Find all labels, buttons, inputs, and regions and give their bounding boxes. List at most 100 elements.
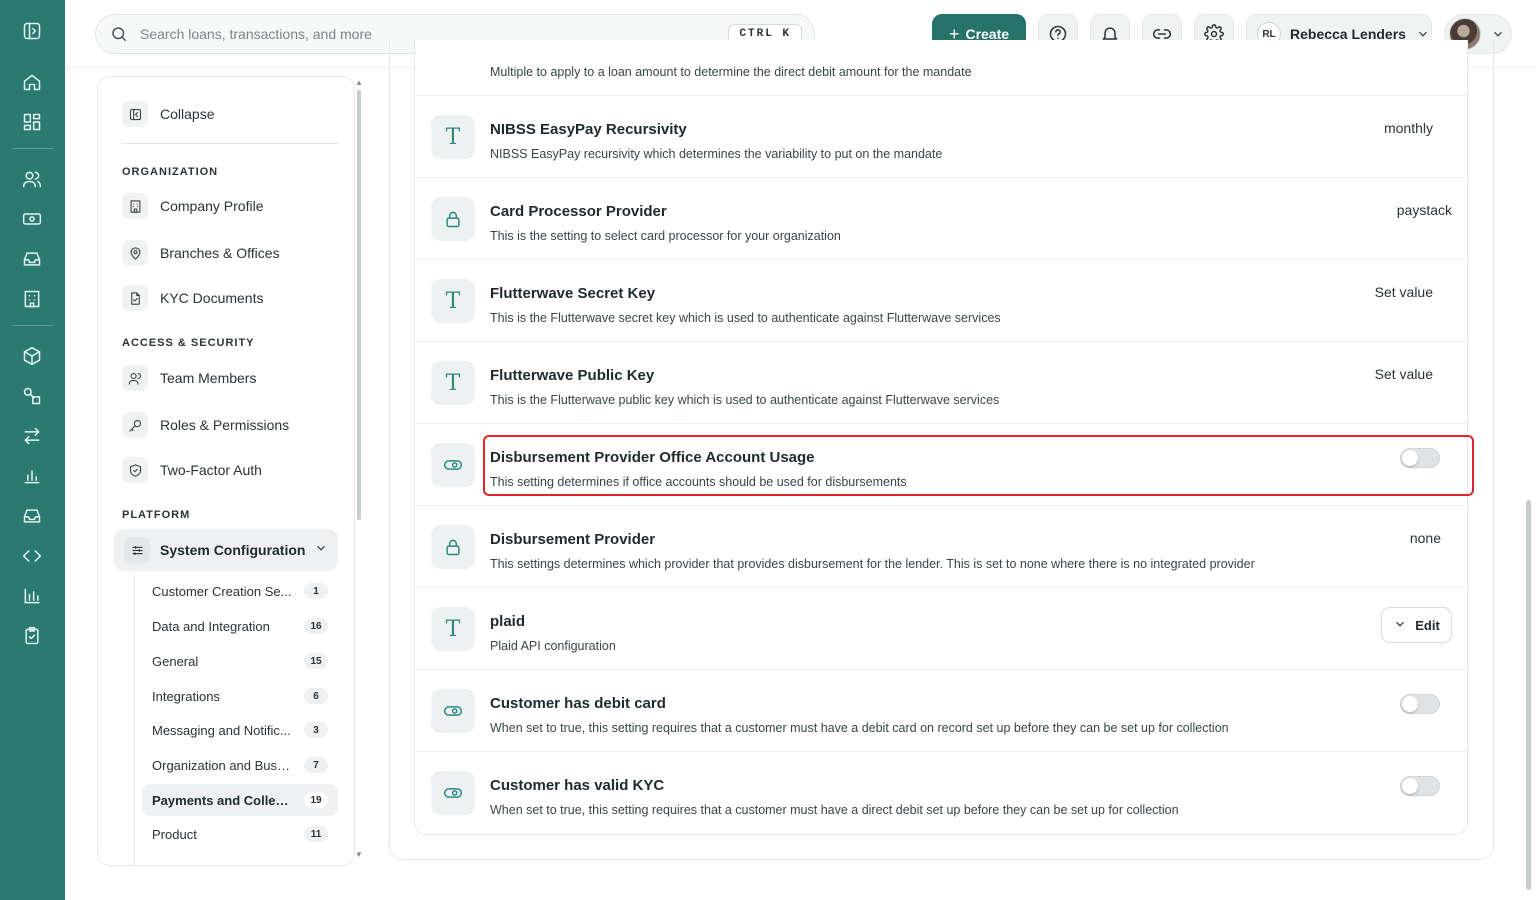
sliders-icon [124,537,150,563]
transfer-icon[interactable] [20,424,44,448]
count-badge: 3 [304,722,328,738]
submenu-item-label: Product [152,826,197,842]
submenu-item-label: Integrations [152,688,220,704]
setting-row: Disbursement Provider Office Account Usa… [415,424,1467,506]
submenu-item-label: Customer Creation Se... [152,583,292,599]
sidebar-divider [122,143,338,144]
collapse-label: Collapse [160,106,215,122]
sidebar-item-roles-permissions[interactable]: Roles & Permissions [122,408,342,442]
submenu-item-active[interactable]: Payments and Collec... 19 [142,784,338,816]
setting-description: When set to true, this setting requires … [490,803,1179,817]
submenu-item-label: Payments and Collec... [152,792,292,808]
sidebar-item-company-profile[interactable]: Company Profile [122,189,342,223]
page-scrollbar[interactable] [1526,500,1531,890]
setting-row: Multiple to apply to a loan amount to de… [415,40,1467,96]
submenu-item-label: Organization and Busin... [152,757,292,773]
lock-icon [431,525,475,569]
collapse-icon [122,101,148,127]
setting-row: T Flutterwave Secret Key This is the Flu… [415,260,1467,342]
count-badge: 7 [304,757,328,773]
text-type-icon: T [431,115,475,159]
sidebar-item-label: KYC Documents [160,290,264,306]
chevron-down-icon [1491,27,1505,41]
sidebar-item-system-configuration[interactable]: System Configuration [114,529,338,571]
debit-card-toggle[interactable] [1400,694,1440,714]
edit-button[interactable]: Edit [1381,607,1452,643]
sidebar-item-team-members[interactable]: Team Members [122,361,342,395]
submenu-item[interactable]: Product 11 [142,818,338,850]
settings-sidebar: Collapse ORGANIZATION Company Profile Br… [97,76,355,866]
count-badge: 11 [304,826,328,842]
toggle-type-icon [431,689,475,733]
setting-title: Disbursement Provider [490,531,656,548]
setting-description: This is the setting to select card proce… [490,229,841,243]
tray-icon[interactable] [20,504,44,528]
setting-title: Card Processor Provider [490,203,667,220]
submenu-item[interactable]: General 15 [142,645,338,677]
section-heading-platform: PLATFORM [122,509,191,521]
dashboard-icon[interactable] [20,110,44,134]
count-badge: 19 [304,792,328,808]
setting-row: T Flutterwave Public Key This is the Flu… [415,342,1467,424]
setting-row: Customer has valid KYC When set to true,… [415,752,1467,834]
sidebar-item-label: Roles & Permissions [160,417,290,433]
setting-title: Flutterwave Public Key [490,367,655,384]
sidebar-scrollbar[interactable] [357,90,361,520]
submenu-item[interactable]: Customer Creation Se... 1 [142,575,338,607]
shapes-icon[interactable] [20,384,44,408]
chart-icon[interactable] [20,464,44,488]
setting-value[interactable]: paystack [1397,202,1452,218]
setting-description: This setting determines if office accoun… [490,475,907,489]
building-icon[interactable] [20,287,44,311]
setting-title: Disbursement Provider Office Account Usa… [490,449,815,466]
submenu-item[interactable]: Data and Integration 16 [142,610,338,642]
count-badge: 1 [304,583,328,599]
sidebar-item-kyc-documents[interactable]: KYC Documents [122,281,342,315]
box-icon[interactable] [20,344,44,368]
text-type-icon: T [431,607,475,651]
setting-description: This settings determines which provider … [490,557,1255,571]
rail-divider [12,148,53,149]
office-account-usage-toggle[interactable] [1400,448,1440,468]
setting-row: Customer has debit card When set to true… [415,670,1467,752]
setting-value[interactable]: Set value [1375,284,1433,300]
sidebar-toggle-icon[interactable] [20,19,44,43]
building-icon [122,193,148,219]
setting-value[interactable]: Set value [1375,366,1433,382]
money-icon[interactable] [20,207,44,231]
setting-title: Customer has valid KYC [490,777,665,794]
app-rail [0,0,65,900]
scroll-down-arrow[interactable]: ▼ [355,850,363,859]
submenu-item[interactable]: Organization and Busin... 7 [142,749,338,781]
clipboard-icon[interactable] [20,624,44,648]
setting-title: NIBSS EasyPay Recursivity [490,121,687,138]
settings-list: Multiple to apply to a loan amount to de… [414,40,1468,835]
reports-icon[interactable] [20,584,44,608]
users-icon [122,365,148,391]
setting-title: Customer has debit card [490,695,666,712]
text-type-icon: T [431,279,475,323]
setting-value[interactable]: none [1410,530,1441,546]
map-pin-icon [122,240,148,266]
valid-kyc-toggle[interactable] [1400,776,1440,796]
submenu-item[interactable]: Integrations 6 [142,680,338,712]
home-icon[interactable] [20,70,44,94]
setting-description: Multiple to apply to a loan amount to de… [490,65,972,79]
collapse-button[interactable]: Collapse [122,97,342,131]
submenu-item-label: Messaging and Notific... [152,722,291,738]
code-icon[interactable] [20,544,44,568]
submenu-item[interactable]: Messaging and Notific... 3 [142,714,338,746]
sidebar-item-label: System Configuration [160,542,306,558]
setting-value[interactable]: monthly [1384,120,1433,136]
scroll-up-arrow[interactable]: ▲ [355,78,363,87]
inbox-icon[interactable] [20,247,44,271]
setting-description: This is the Flutterwave secret key which… [490,311,1001,325]
section-heading-access-security: ACCESS & SECURITY [122,337,255,349]
setting-title: Flutterwave Secret Key [490,285,656,302]
submenu-guide-line [134,575,135,865]
sidebar-item-branches[interactable]: Branches & Offices [122,236,342,270]
setting-description: This is the Flutterwave public key which… [490,393,1000,407]
users-icon[interactable] [20,167,44,191]
chevron-down-icon [1416,27,1430,41]
sidebar-item-two-factor-auth[interactable]: Two-Factor Auth [122,453,342,487]
